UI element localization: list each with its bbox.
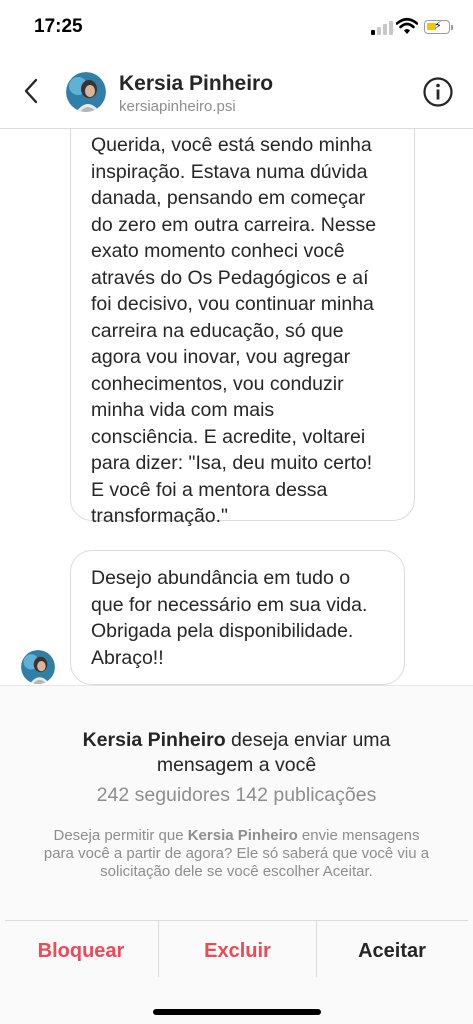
contact-name[interactable]: Kersia Pinheiro <box>119 72 273 96</box>
request-desc-name: Kersia Pinheiro <box>187 827 298 844</box>
block-button[interactable]: Bloquear <box>5 921 157 977</box>
request-description: Deseja permitir que Kersia Pinheiro envi… <box>40 827 433 881</box>
request-title-line2: mensagem a você <box>156 754 317 776</box>
avatar[interactable] <box>66 72 106 112</box>
message-bubble[interactable]: Desejo abundância em tudo o que for nece… <box>70 550 405 685</box>
message-bubble[interactable]: Querida, você está sendo minha inspiraçã… <box>70 129 415 527</box>
profile-stats: 242 seguidores 142 publicações <box>96 784 377 806</box>
home-indicator[interactable] <box>153 1009 321 1015</box>
request-sender-name: Kersia Pinheiro <box>82 729 226 751</box>
sender-avatar <box>21 650 55 684</box>
accept-button[interactable]: Aceitar <box>316 921 468 977</box>
wifi-icon <box>396 17 418 34</box>
request-title: Kersia Pinheiro deseja enviar uma mensag… <box>0 728 473 778</box>
info-icon[interactable] <box>422 76 454 108</box>
contact-username: kersiapinheiro.psi <box>119 98 236 115</box>
status-time: 17:25 <box>34 16 83 37</box>
message-list[interactable]: Querida, você está sendo minha inspiraçã… <box>0 129 473 685</box>
request-title-text: deseja enviar uma <box>225 729 391 751</box>
chevron-left-icon[interactable] <box>16 74 46 108</box>
dm-request-screen: 17:25 ⚡ Kersia Pinheiro kersiapinheiro.p… <box>0 0 473 1024</box>
battery-icon: ⚡ <box>424 20 450 34</box>
request-desc-prefix: Deseja permitir que <box>53 827 188 844</box>
cellular-signal-icon <box>371 21 393 35</box>
conversation-header: Kersia Pinheiro kersiapinheiro.psi <box>0 58 473 129</box>
message-request-panel: Kersia Pinheiro deseja enviar uma mensag… <box>0 685 473 1024</box>
battery-cap <box>451 25 453 30</box>
request-actions: Bloquear Excluir Aceitar <box>5 920 468 977</box>
status-bar: 17:25 ⚡ <box>0 0 473 56</box>
delete-button[interactable]: Excluir <box>158 921 317 977</box>
